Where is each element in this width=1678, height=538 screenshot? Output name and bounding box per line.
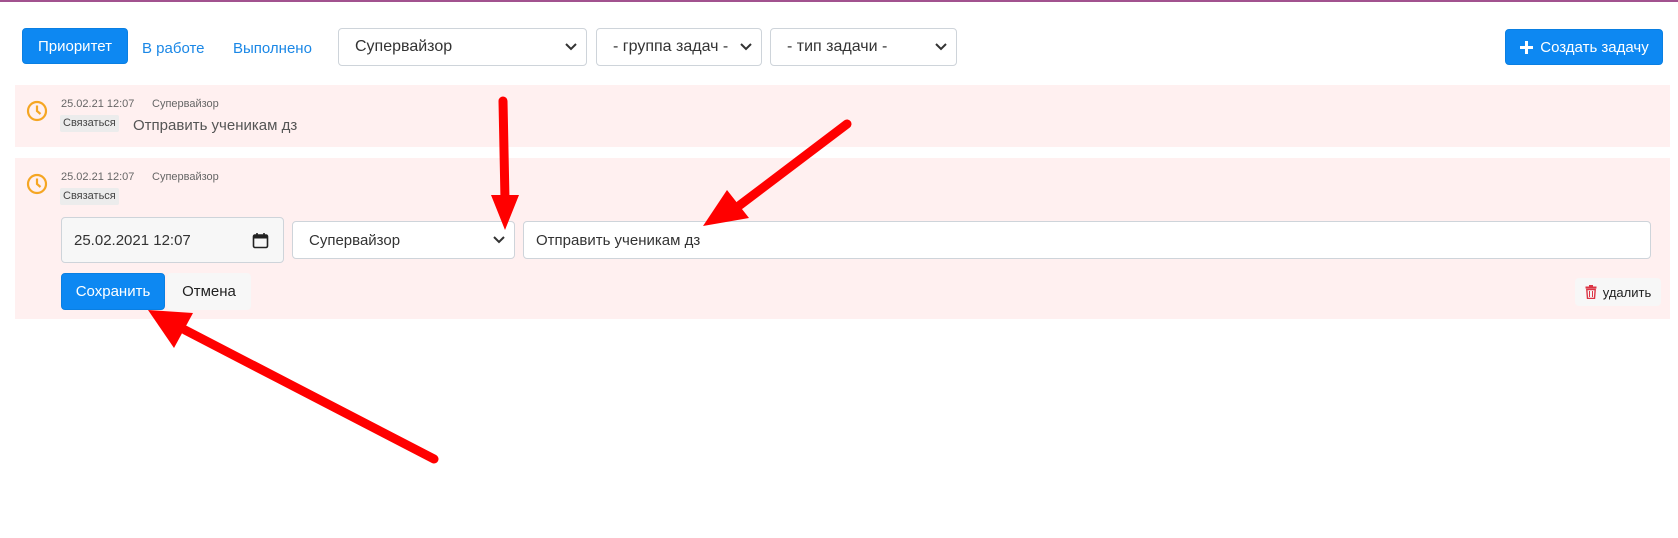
chevron-down-icon xyxy=(740,43,752,51)
task-user: Супервайзор xyxy=(152,171,219,183)
task-type-select[interactable]: - тип задачи - xyxy=(770,28,957,66)
task-date: 25.02.21 12:07 xyxy=(61,171,135,183)
task-text-value: Отправить ученикам дз xyxy=(536,231,701,249)
user-filter-value: Супервайзор xyxy=(355,38,453,55)
save-button[interactable]: Сохранить xyxy=(61,273,165,310)
datetime-input[interactable]: 25.02.2021 12:07 xyxy=(61,217,284,263)
task-row-editing: 25.02.21 12:07 Супервайзор Связаться 25.… xyxy=(15,158,1670,319)
task-group-select[interactable]: - группа задач - xyxy=(596,28,762,66)
task-row[interactable]: 25.02.21 12:07 Супервайзор Связаться Отп… xyxy=(15,85,1670,147)
delete-button[interactable]: удалить xyxy=(1575,278,1661,306)
clock-icon xyxy=(26,173,48,195)
task-date: 25.02.21 12:07 xyxy=(61,98,135,110)
delete-label: удалить xyxy=(1602,284,1652,300)
chevron-down-icon xyxy=(493,236,505,244)
user-filter-select[interactable]: Супервайзор xyxy=(338,28,587,66)
assignee-value: Супервайзор xyxy=(309,231,401,249)
task-text: Отправить ученикам дз xyxy=(133,117,298,134)
task-type-value: - тип задачи - xyxy=(787,38,888,55)
clock-icon xyxy=(26,100,48,122)
tab-priority[interactable]: Приоритет xyxy=(22,28,128,64)
create-task-label: Создать задачу xyxy=(1540,38,1649,56)
arrow-to-save-button-icon xyxy=(148,310,439,464)
plus-icon xyxy=(1520,40,1534,54)
chevron-down-icon xyxy=(935,43,947,51)
datetime-value: 25.02.2021 12:07 xyxy=(74,231,191,249)
task-group-value: - группа задач - xyxy=(613,38,729,55)
task-text-input[interactable]: Отправить ученикам дз xyxy=(523,221,1651,259)
assignee-select[interactable]: Супервайзор xyxy=(292,221,515,259)
tab-in-progress[interactable]: В работе xyxy=(142,40,205,57)
task-tag: Связаться xyxy=(60,115,119,132)
cancel-button[interactable]: Отмена xyxy=(167,273,251,310)
chevron-down-icon xyxy=(565,43,577,51)
task-user: Супервайзор xyxy=(152,98,219,110)
trash-icon xyxy=(1585,285,1597,299)
tab-done[interactable]: Выполнено xyxy=(233,40,312,57)
calendar-icon[interactable] xyxy=(252,232,269,249)
top-accent-line xyxy=(0,0,1678,2)
create-task-button[interactable]: Создать задачу xyxy=(1505,29,1663,65)
screen: Приоритет В работе Выполнено Супервайзор… xyxy=(0,0,1678,538)
task-tag: Связаться xyxy=(60,188,119,205)
